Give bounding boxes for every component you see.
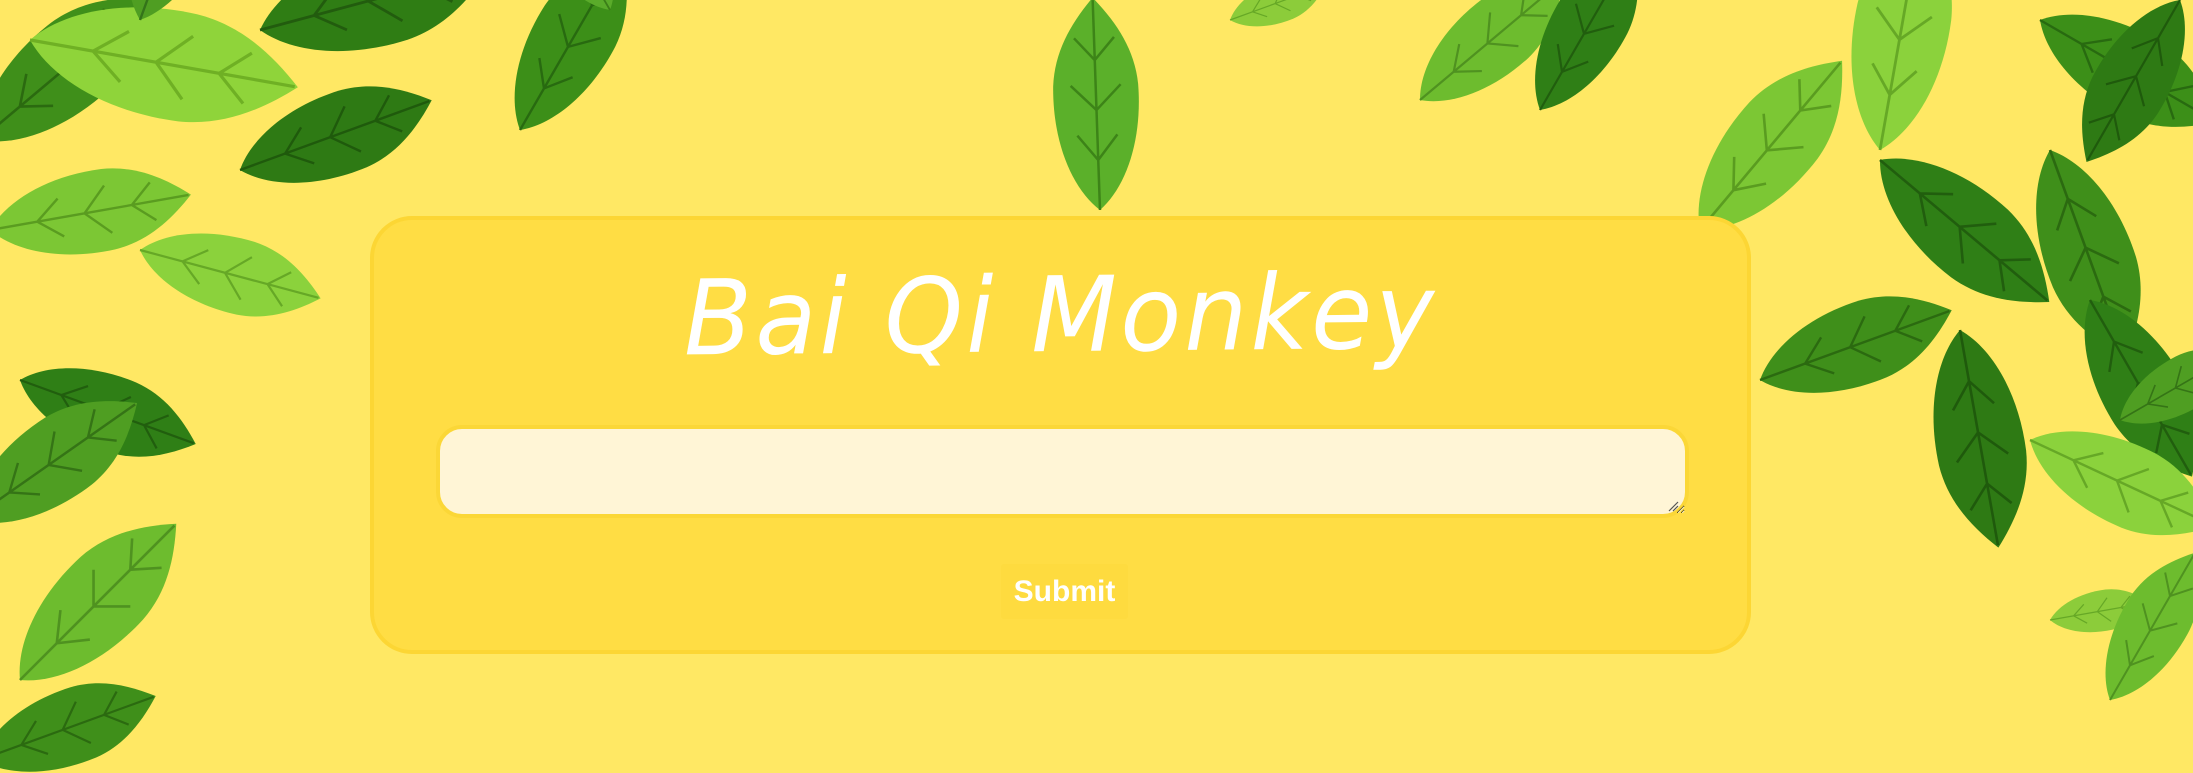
leaf-cluster-top-center bbox=[1049, 0, 1333, 213]
text-input[interactable] bbox=[436, 425, 1689, 518]
submit-button[interactable]: Submit bbox=[1001, 564, 1128, 619]
app-title: Bai Qi Monkey bbox=[683, 250, 1438, 380]
form-card: Bai Qi Monkey Submit bbox=[370, 216, 1751, 654]
